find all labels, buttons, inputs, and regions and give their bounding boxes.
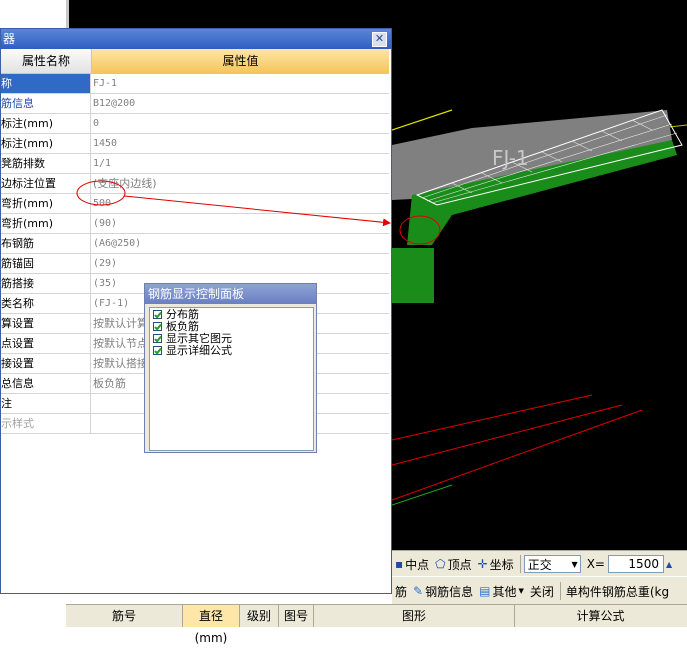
checkbox-checked-icon[interactable]: [153, 346, 162, 355]
option-label: 板负筋: [166, 320, 199, 333]
annotation-circle: [76, 180, 126, 206]
panel-titlebar[interactable]: 钢筋显示控制面板: [145, 284, 316, 304]
annotation-arrow: [123, 195, 391, 227]
rebar-display-panel: 钢筋显示控制面板 分布筋 板负筋 显示其它图元 显示详细公式: [144, 283, 317, 453]
option-label: 显示其它图元: [166, 332, 232, 345]
annotation-overlay: [76, 180, 391, 227]
panel-options: 分布筋 板负筋 显示其它图元 显示详细公式: [149, 307, 314, 451]
option-show-other-elements[interactable]: 显示其它图元: [153, 333, 313, 344]
option-distribution-rebar[interactable]: 分布筋: [153, 309, 313, 320]
option-show-detailed-formula[interactable]: 显示详细公式: [153, 345, 313, 356]
option-label: 显示详细公式: [166, 344, 232, 357]
checkbox-checked-icon[interactable]: [153, 322, 162, 331]
option-negative-rebar[interactable]: 板负筋: [153, 321, 313, 332]
option-label: 分布筋: [166, 308, 199, 321]
checkbox-checked-icon[interactable]: [153, 310, 162, 319]
checkbox-checked-icon[interactable]: [153, 334, 162, 343]
